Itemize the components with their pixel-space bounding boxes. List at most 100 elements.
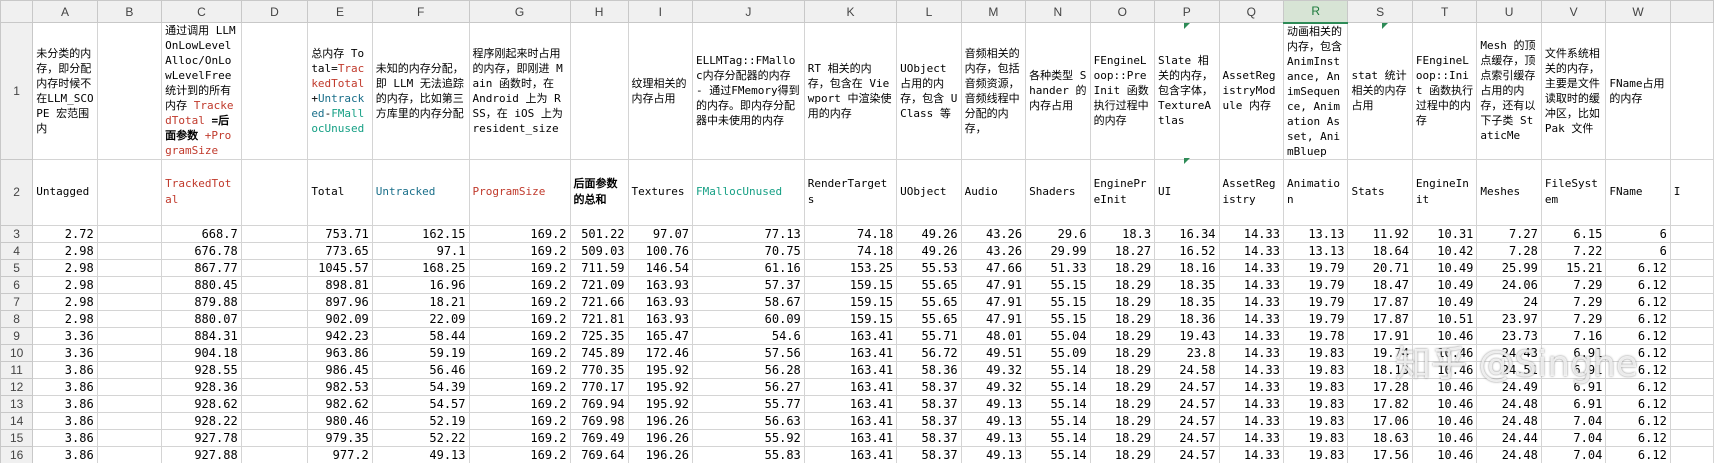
data-cell[interactable]: 57.56 xyxy=(692,343,805,362)
row-header[interactable]: 5 xyxy=(0,258,34,277)
data-cell[interactable]: 55.15 xyxy=(1025,292,1091,311)
data-cell[interactable]: 24.43 xyxy=(1476,343,1542,362)
data-cell[interactable]: 977.2 xyxy=(307,445,373,463)
data-cell[interactable]: 24.57 xyxy=(1154,428,1220,447)
data-cell[interactable]: 501.22 xyxy=(569,224,629,243)
data-cell[interactable]: 19.79 xyxy=(1282,275,1349,294)
data-cell[interactable]: 52.19 xyxy=(371,411,470,430)
data-cell[interactable]: 163.93 xyxy=(627,275,694,294)
data-cell[interactable]: 6.12 xyxy=(1605,428,1671,447)
data-cell[interactable]: 10.46 xyxy=(1411,377,1478,396)
tag-name-cell[interactable]: ProgramSize xyxy=(468,158,571,226)
data-cell[interactable]: 49.26 xyxy=(896,224,962,243)
data-cell[interactable]: 55.04 xyxy=(1025,326,1091,345)
data-cell[interactable]: 6.15 xyxy=(1540,224,1607,243)
column-header[interactable]: S xyxy=(1347,0,1413,23)
data-cell[interactable]: 902.09 xyxy=(307,309,373,328)
data-cell[interactable]: 769.49 xyxy=(569,428,629,447)
data-cell[interactable]: 14.33 xyxy=(1218,445,1284,463)
data-cell[interactable]: 19.83 xyxy=(1282,377,1349,396)
data-cell[interactable]: 17.56 xyxy=(1347,445,1413,463)
data-cell[interactable]: 884.31 xyxy=(161,326,242,345)
data-cell[interactable]: 169.2 xyxy=(468,241,571,260)
tag-name-cell[interactable]: UObject xyxy=(896,158,962,226)
data-cell[interactable]: 97.07 xyxy=(627,224,694,243)
data-cell[interactable]: 7.29 xyxy=(1540,309,1607,328)
data-cell[interactable]: 169.2 xyxy=(468,275,571,294)
column-header[interactable]: J xyxy=(692,0,805,23)
data-cell[interactable]: 23.97 xyxy=(1476,309,1542,328)
data-cell[interactable]: 47.91 xyxy=(960,309,1027,328)
data-cell[interactable]: 676.78 xyxy=(161,241,242,260)
data-cell[interactable]: 6 xyxy=(1605,241,1671,260)
data-cell[interactable]: 97.1 xyxy=(371,241,470,260)
data-cell[interactable]: 163.41 xyxy=(803,360,898,379)
data-cell[interactable] xyxy=(1669,241,1714,260)
column-header[interactable]: L xyxy=(896,0,962,23)
data-cell[interactable]: 163.93 xyxy=(627,309,694,328)
column-header[interactable]: W xyxy=(1605,0,1671,23)
data-cell[interactable]: 17.87 xyxy=(1347,309,1413,328)
tag-name-cell[interactable]: EnginePreInit xyxy=(1089,158,1156,226)
data-cell[interactable]: 49.13 xyxy=(371,445,470,463)
data-cell[interactable] xyxy=(240,411,309,430)
data-cell[interactable]: 773.65 xyxy=(307,241,373,260)
data-cell[interactable]: 2.98 xyxy=(32,241,98,260)
column-header[interactable]: N xyxy=(1025,0,1091,23)
description-cell[interactable]: 总内存 Total=TrackedTotal+Untracked-FMalloc… xyxy=(307,22,373,160)
data-cell[interactable]: 55.14 xyxy=(1025,428,1091,447)
data-cell[interactable]: 3.86 xyxy=(32,360,98,379)
data-cell[interactable]: 74.18 xyxy=(803,241,898,260)
data-cell[interactable]: 24 xyxy=(1476,292,1542,311)
data-cell[interactable]: 14.33 xyxy=(1218,377,1284,396)
data-cell[interactable]: 3.86 xyxy=(32,377,98,396)
data-cell[interactable]: 6 xyxy=(1605,224,1671,243)
data-cell[interactable]: 159.15 xyxy=(803,292,898,311)
data-cell[interactable]: 721.09 xyxy=(569,275,629,294)
data-cell[interactable]: 169.2 xyxy=(468,343,571,362)
row-header[interactable]: 14 xyxy=(0,411,34,430)
tag-name-cell[interactable]: FName xyxy=(1605,158,1671,226)
data-cell[interactable]: 7.16 xyxy=(1540,326,1607,345)
data-cell[interactable]: 55.65 xyxy=(896,292,962,311)
data-cell[interactable]: 55.65 xyxy=(896,275,962,294)
data-cell[interactable]: 14.33 xyxy=(1218,326,1284,345)
data-cell[interactable]: 986.45 xyxy=(307,360,373,379)
data-cell[interactable]: 23.8 xyxy=(1154,343,1220,362)
data-cell[interactable]: 11.92 xyxy=(1347,224,1413,243)
data-cell[interactable]: 56.27 xyxy=(692,377,805,396)
data-cell[interactable]: 48.01 xyxy=(960,326,1027,345)
data-cell[interactable] xyxy=(96,292,163,311)
data-cell[interactable]: 168.25 xyxy=(371,258,470,277)
data-cell[interactable]: 18.13 xyxy=(1347,360,1413,379)
data-cell[interactable]: 6.12 xyxy=(1605,445,1671,463)
column-header[interactable]: R xyxy=(1282,0,1349,24)
tag-name-cell[interactable]: Shaders xyxy=(1025,158,1091,226)
data-cell[interactable]: 770.35 xyxy=(569,360,629,379)
tag-name-cell[interactable] xyxy=(240,158,309,226)
data-cell[interactable]: 6.12 xyxy=(1605,343,1671,362)
description-cell[interactable] xyxy=(1669,22,1714,160)
description-cell[interactable]: FEngineLoop::Init 函数执行过程中的内存 xyxy=(1411,22,1478,160)
row-header[interactable]: 2 xyxy=(0,158,34,226)
data-cell[interactable]: 163.41 xyxy=(803,343,898,362)
data-cell[interactable]: 195.92 xyxy=(627,360,694,379)
data-cell[interactable]: 23.73 xyxy=(1476,326,1542,345)
data-cell[interactable] xyxy=(1669,258,1714,277)
data-cell[interactable] xyxy=(240,377,309,396)
data-cell[interactable]: 7.04 xyxy=(1540,428,1607,447)
data-cell[interactable]: 58.37 xyxy=(896,394,962,413)
data-cell[interactable]: 18.29 xyxy=(1089,394,1156,413)
data-cell[interactable]: 879.88 xyxy=(161,292,242,311)
data-cell[interactable]: 928.22 xyxy=(161,411,242,430)
data-cell[interactable]: 24.48 xyxy=(1476,445,1542,463)
data-cell[interactable]: 47.91 xyxy=(960,275,1027,294)
data-cell[interactable] xyxy=(240,326,309,345)
description-cell[interactable]: 通过调用 LLM OnLowLevelAlloc/OnLowLevelFree … xyxy=(161,22,242,160)
data-cell[interactable]: 49.13 xyxy=(960,428,1027,447)
data-cell[interactable]: 49.13 xyxy=(960,394,1027,413)
column-header[interactable]: C xyxy=(161,0,242,23)
row-header[interactable]: 11 xyxy=(0,360,34,379)
data-cell[interactable]: 24.57 xyxy=(1154,394,1220,413)
description-cell[interactable]: RT 相关的内存，包含在 Viewport 中渲染使用的内存 xyxy=(803,22,898,160)
